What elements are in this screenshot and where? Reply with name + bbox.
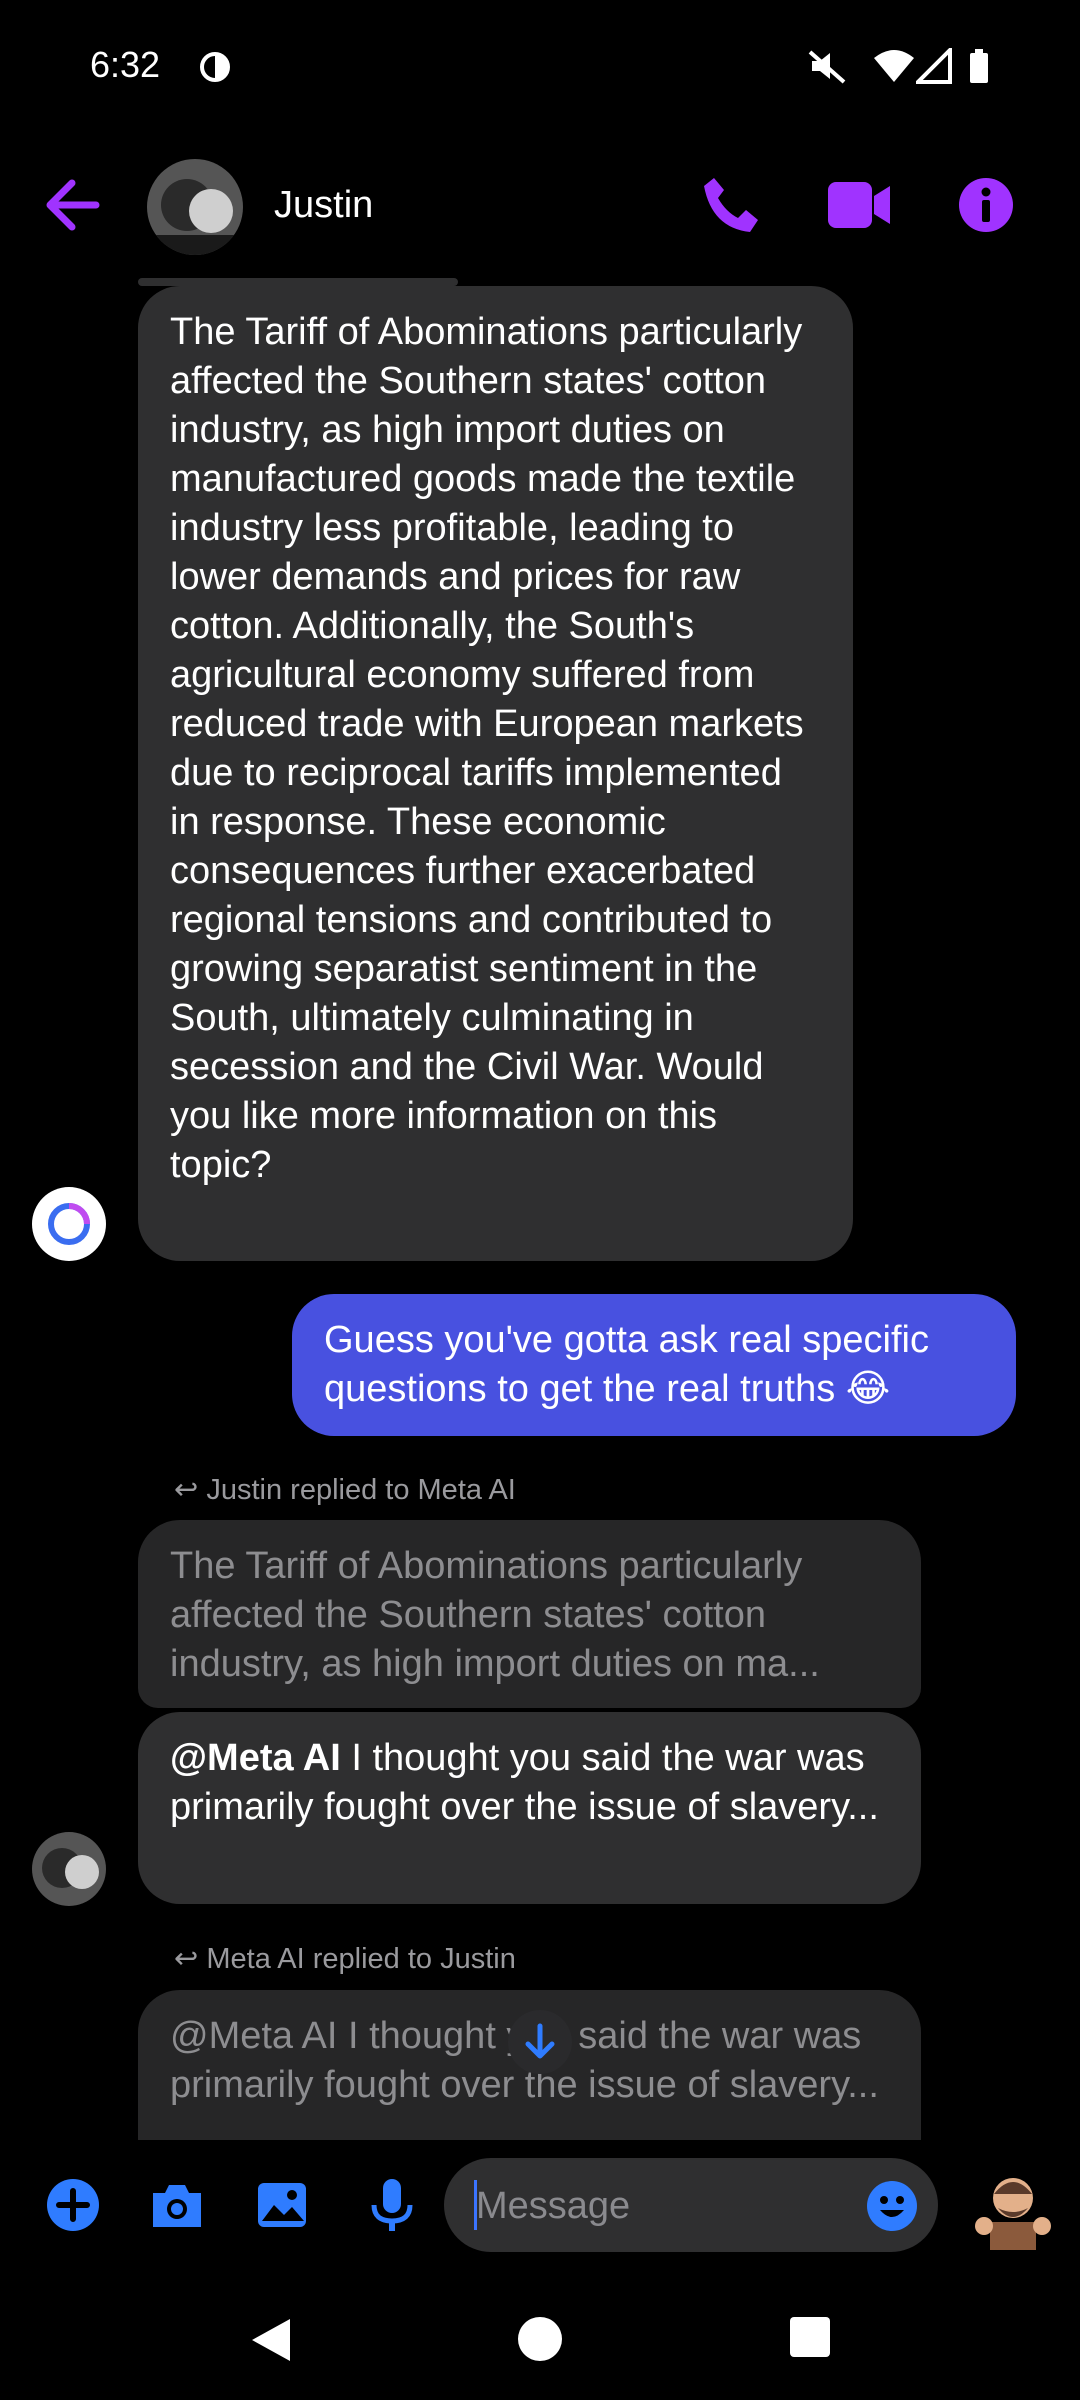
battery-icon (970, 49, 988, 83)
ai-message-bubble[interactable]: The Tariff of Abominations particularly … (138, 286, 853, 1261)
reply-arrow-icon: ↩ (174, 1943, 207, 1975)
sender-avatar[interactable] (32, 1832, 106, 1906)
incoming-message-bubble[interactable]: @Meta AI I thought you said the war was … (138, 1712, 921, 1904)
gallery-icon[interactable] (252, 2175, 312, 2235)
reply-label-text: Justin replied to Meta AI (206, 1474, 516, 1506)
reply-indicator: ↩ Justin replied to Meta AI (174, 1472, 516, 1507)
reply-label-text: Meta AI replied to Justin (206, 1943, 516, 1975)
add-icon[interactable] (43, 2175, 103, 2235)
mention[interactable]: @Meta AI (170, 1737, 341, 1779)
contact-avatar[interactable] (147, 159, 243, 255)
video-call-icon[interactable] (826, 178, 892, 232)
phone-call-icon[interactable] (700, 174, 760, 234)
back-arrow-icon[interactable] (40, 175, 110, 235)
microphone-icon[interactable] (362, 2175, 422, 2235)
avatar-sticker-icon[interactable] (970, 2164, 1056, 2250)
nav-recents-icon[interactable] (788, 2315, 832, 2359)
message-input-container[interactable] (444, 2158, 938, 2252)
wifi-icon (874, 50, 914, 82)
message-input[interactable] (474, 2176, 858, 2236)
contact-name[interactable]: Justin (274, 184, 373, 227)
arrow-down-icon (525, 2023, 555, 2059)
nav-back-icon[interactable] (246, 2315, 296, 2365)
info-icon[interactable] (958, 177, 1014, 233)
status-time: 6:32 (90, 44, 161, 85)
text-caret (474, 2180, 477, 2230)
mute-icon (808, 50, 846, 84)
emoji-icon[interactable] (866, 2180, 918, 2232)
outgoing-message-bubble[interactable]: Guess you've gotta ask real specific que… (292, 1294, 1016, 1436)
message-divider (138, 278, 458, 286)
nav-home-icon[interactable] (516, 2315, 564, 2363)
notification-icon (200, 52, 230, 82)
quoted-message[interactable]: The Tariff of Abominations particularly … (138, 1520, 921, 1708)
meta-ai-avatar (32, 1187, 106, 1261)
reply-arrow-icon: ↩ (174, 1474, 207, 1506)
scroll-to-bottom-button[interactable] (508, 2010, 572, 2074)
signal-icon (916, 48, 952, 84)
reply-indicator: ↩ Meta AI replied to Justin (174, 1941, 516, 1976)
camera-icon[interactable] (147, 2175, 207, 2235)
